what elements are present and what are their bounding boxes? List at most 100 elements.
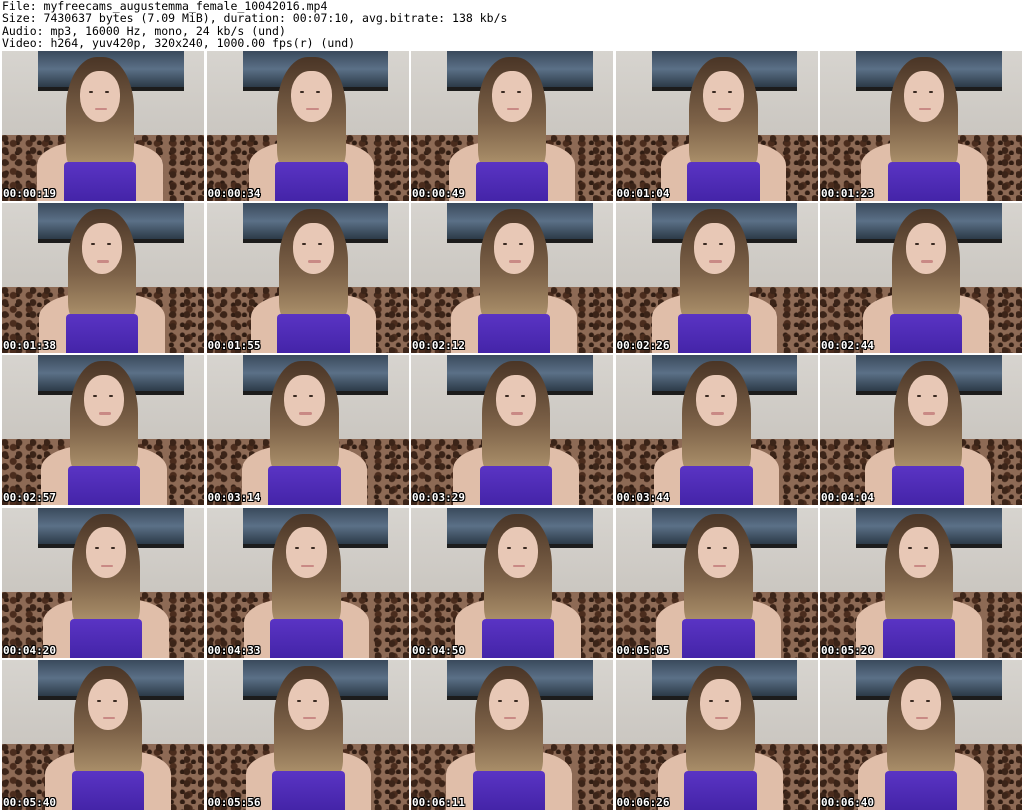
video-thumbnail: 00:02:26 bbox=[615, 203, 818, 354]
left-eye bbox=[297, 699, 302, 702]
timestamp-label: 00:02:12 bbox=[412, 339, 465, 353]
face bbox=[83, 374, 125, 426]
purple-top bbox=[684, 770, 757, 810]
left-eye bbox=[703, 243, 708, 246]
left-eye bbox=[92, 395, 97, 398]
video-thumbnail: 00:04:20 bbox=[2, 507, 204, 658]
purple-top bbox=[277, 314, 350, 354]
video-thumbnail: 00:06:11 bbox=[411, 659, 613, 810]
timestamp-label: 00:02:57 bbox=[3, 491, 56, 505]
timestamp-label: 00:03:14 bbox=[207, 491, 261, 505]
left-eye bbox=[916, 395, 921, 398]
right-eye bbox=[728, 90, 733, 93]
video-thumbnail: 00:04:33 bbox=[206, 507, 409, 658]
video-thumbnail: 00:05:56 bbox=[206, 659, 409, 810]
left-eye bbox=[96, 699, 101, 702]
right-eye bbox=[930, 243, 935, 246]
timestamp-label: 00:02:44 bbox=[821, 339, 874, 353]
right-eye bbox=[108, 395, 113, 398]
face bbox=[495, 374, 537, 426]
mouth bbox=[711, 412, 724, 415]
timestamp-label: 00:02:26 bbox=[616, 339, 670, 353]
face bbox=[700, 679, 741, 731]
mouth bbox=[512, 564, 526, 567]
purple-top bbox=[63, 162, 137, 201]
face bbox=[907, 374, 949, 426]
left-eye bbox=[293, 395, 298, 398]
left-eye bbox=[705, 395, 710, 398]
video-thumbnail: 00:05:20 bbox=[820, 507, 1022, 658]
face bbox=[284, 374, 325, 426]
timestamp-label: 00:04:50 bbox=[412, 643, 465, 657]
purple-top bbox=[687, 162, 760, 201]
purple-top bbox=[69, 618, 143, 658]
right-eye bbox=[721, 395, 726, 398]
mouth bbox=[503, 716, 517, 720]
left-eye bbox=[500, 90, 505, 93]
mouth bbox=[510, 412, 524, 415]
timestamp-label: 00:01:38 bbox=[3, 339, 56, 353]
purple-top bbox=[71, 770, 145, 810]
mouth bbox=[915, 716, 929, 720]
video-thumbnail: 00:03:29 bbox=[411, 355, 613, 506]
face bbox=[291, 70, 332, 122]
right-eye bbox=[925, 699, 930, 702]
timestamp-label: 00:01:23 bbox=[821, 187, 874, 200]
face bbox=[293, 222, 334, 274]
mouth bbox=[299, 412, 312, 415]
face bbox=[698, 527, 739, 579]
right-eye bbox=[719, 243, 724, 246]
right-eye bbox=[516, 90, 521, 93]
timestamp-label: 00:00:49 bbox=[412, 187, 465, 200]
right-eye bbox=[723, 547, 728, 550]
video-thumbnail: 00:04:04 bbox=[820, 355, 1022, 506]
left-eye bbox=[506, 547, 511, 550]
purple-top bbox=[472, 770, 546, 810]
timestamp-label: 00:01:55 bbox=[207, 339, 261, 353]
timestamp-label: 00:05:05 bbox=[616, 643, 670, 657]
right-eye bbox=[923, 547, 928, 550]
right-eye bbox=[928, 90, 933, 93]
left-eye bbox=[907, 547, 912, 550]
purple-top bbox=[887, 162, 961, 201]
face bbox=[81, 222, 123, 274]
mouth bbox=[920, 260, 934, 263]
right-eye bbox=[110, 547, 115, 550]
right-eye bbox=[725, 699, 730, 702]
mouth bbox=[100, 564, 114, 567]
face bbox=[288, 679, 329, 731]
face bbox=[905, 222, 947, 274]
mouth bbox=[922, 412, 936, 415]
timestamp-label: 00:00:19 bbox=[3, 187, 56, 200]
timestamp-label: 00:05:40 bbox=[3, 795, 56, 809]
purple-top bbox=[477, 314, 551, 354]
timestamp-label: 00:06:40 bbox=[821, 795, 874, 809]
purple-top bbox=[67, 466, 141, 506]
mouth bbox=[713, 564, 726, 567]
right-eye bbox=[313, 699, 318, 702]
face bbox=[696, 374, 737, 426]
left-eye bbox=[712, 90, 717, 93]
purple-top bbox=[680, 466, 753, 506]
video-thumbnail: 00:01:04 bbox=[615, 51, 818, 201]
purple-top bbox=[65, 314, 139, 354]
timestamp-label: 00:03:29 bbox=[412, 491, 465, 505]
left-eye bbox=[88, 90, 93, 93]
purple-top bbox=[882, 618, 956, 658]
timestamp-label: 00:04:20 bbox=[3, 643, 56, 657]
face bbox=[497, 527, 539, 579]
timestamp-label: 00:00:34 bbox=[207, 187, 261, 200]
purple-top bbox=[891, 466, 965, 506]
video-thumbnail: 00:01:38 bbox=[2, 203, 204, 354]
video-thumbnail: 00:02:12 bbox=[411, 203, 613, 354]
mouth bbox=[301, 564, 314, 567]
purple-top bbox=[678, 314, 751, 354]
timestamp-label: 00:03:44 bbox=[616, 491, 670, 505]
video-thumbnail: 00:04:50 bbox=[411, 507, 613, 658]
left-eye bbox=[709, 699, 714, 702]
face bbox=[703, 70, 744, 122]
right-eye bbox=[932, 395, 937, 398]
timestamp-label: 00:06:26 bbox=[616, 795, 670, 809]
video-thumbnail: 00:00:49 bbox=[411, 51, 613, 201]
video-thumbnail: 00:01:55 bbox=[206, 203, 409, 354]
